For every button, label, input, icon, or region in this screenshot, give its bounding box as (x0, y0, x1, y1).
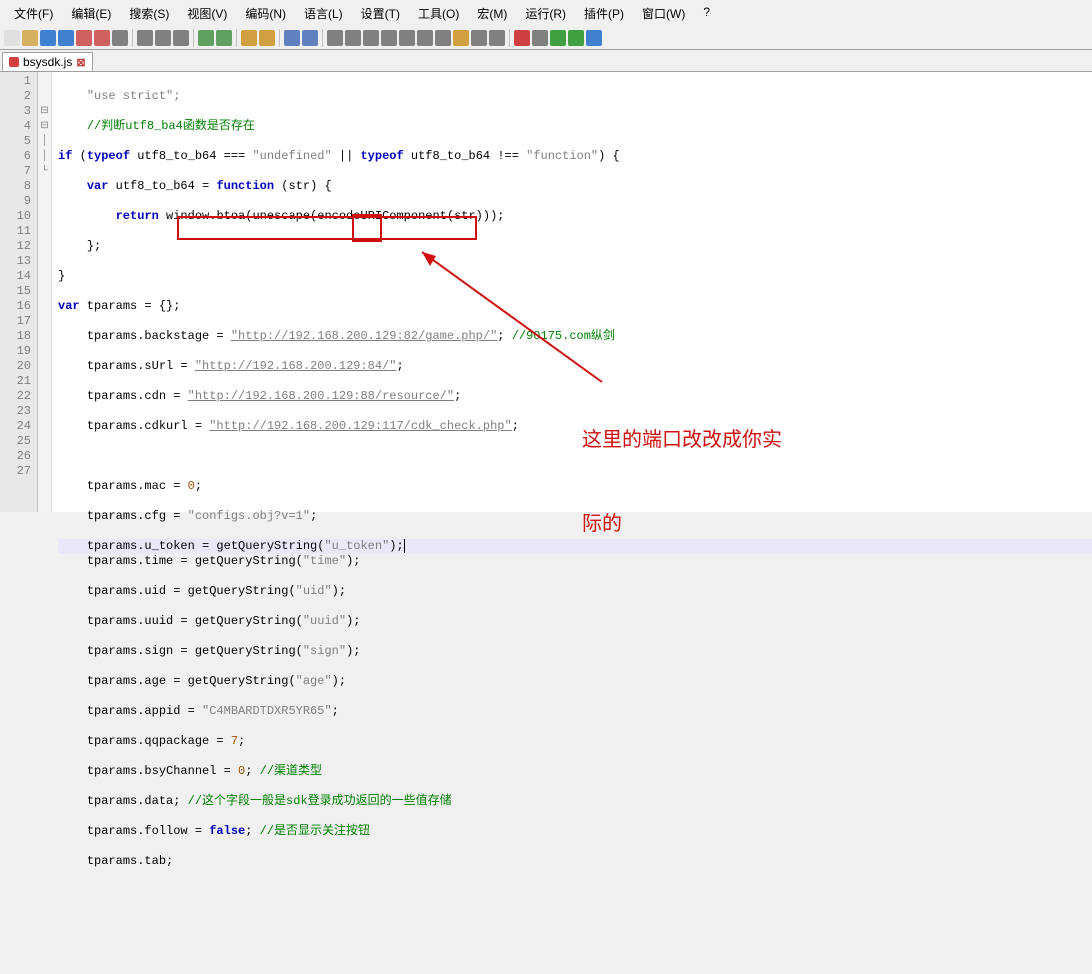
show-all-chars-icon[interactable] (345, 30, 361, 46)
close-all-icon[interactable] (94, 30, 110, 46)
undo-icon[interactable] (198, 30, 214, 46)
code-line: tparams.time = getQueryString("time"); (58, 554, 1092, 569)
menu-window[interactable]: 窗口(W) (634, 3, 693, 24)
code-line: tparams.uid = getQueryString("uid"); (58, 584, 1092, 599)
func-list-icon[interactable] (453, 30, 469, 46)
code-area[interactable]: "use strict"; //判断utf8_ba4函数是否存在 if (typ… (52, 72, 1092, 512)
toolbar (0, 27, 1092, 50)
close-icon[interactable] (76, 30, 92, 46)
menu-run[interactable]: 运行(R) (517, 3, 574, 24)
zoom-in-icon[interactable] (284, 30, 300, 46)
code-line: return window.btoa(unescape(encodeURICom… (58, 209, 1092, 224)
line-number-gutter: 1234567891011121314151617181920212223242… (0, 72, 38, 512)
editor-area: 1234567891011121314151617181920212223242… (0, 72, 1092, 512)
code-line: var tparams = {}; (58, 299, 1092, 314)
code-line: tparams.backstage = "http://192.168.200.… (58, 329, 1092, 344)
code-line: tparams.mac = 0; (58, 479, 1092, 494)
menu-view[interactable]: 视图(V) (179, 3, 235, 24)
macro-record-icon[interactable] (514, 30, 530, 46)
copy-icon[interactable] (155, 30, 171, 46)
code-line: tparams.follow = false; //是否显示关注按钮 (58, 824, 1092, 839)
toolbar-separator (236, 29, 237, 47)
menu-plugins[interactable]: 插件(P) (576, 3, 632, 24)
toolbar-separator (279, 29, 280, 47)
menu-lang[interactable]: 语言(L) (296, 3, 351, 24)
code-line: "use strict"; (58, 89, 1092, 104)
fold-column[interactable]: ⊟⊟││└ (38, 72, 52, 512)
code-line: tparams.sUrl = "http://192.168.200.129:8… (58, 359, 1092, 374)
cut-icon[interactable] (137, 30, 153, 46)
menu-search[interactable]: 搜索(S) (121, 3, 177, 24)
code-line: tparams.appid = "C4MBARDTDXR5YR65"; (58, 704, 1092, 719)
menu-file[interactable]: 文件(F) (6, 3, 61, 24)
macro-play-multi-icon[interactable] (568, 30, 584, 46)
code-line: tparams.cdkurl = "http://192.168.200.129… (58, 419, 1092, 434)
code-line: tparams.uuid = getQueryString("uuid"); (58, 614, 1092, 629)
save-all-icon[interactable] (58, 30, 74, 46)
code-line: tparams.u_token = getQueryString("u_toke… (58, 539, 1092, 554)
menu-help[interactable]: ? (695, 3, 718, 24)
code-line: var utf8_to_b64 = function (str) { (58, 179, 1092, 194)
text-cursor (404, 539, 405, 553)
code-line: tparams.cdn = "http://192.168.200.129:88… (58, 389, 1092, 404)
wrap-icon[interactable] (327, 30, 343, 46)
doc-icon[interactable] (435, 30, 451, 46)
fold-icon[interactable] (399, 30, 415, 46)
doc-map-icon[interactable] (471, 30, 487, 46)
toolbar-separator (193, 29, 194, 47)
code-line: } (58, 269, 1092, 284)
fold-all-icon[interactable] (381, 30, 397, 46)
unfold-icon[interactable] (417, 30, 433, 46)
redo-icon[interactable] (216, 30, 232, 46)
new-file-icon[interactable] (4, 30, 20, 46)
replace-icon[interactable] (259, 30, 275, 46)
code-line: tparams.sign = getQueryString("sign"); (58, 644, 1092, 659)
code-line (58, 449, 1092, 464)
menu-edit[interactable]: 编辑(E) (63, 3, 119, 24)
indent-guide-icon[interactable] (363, 30, 379, 46)
toolbar-separator (509, 29, 510, 47)
toolbar-separator (132, 29, 133, 47)
paste-icon[interactable] (173, 30, 189, 46)
toolbar-separator (322, 29, 323, 47)
code-line: tparams.qqpackage = 7; (58, 734, 1092, 749)
code-line: tparams.age = getQueryString("age"); (58, 674, 1092, 689)
code-line: tparams.tab; (58, 854, 1092, 869)
menu-macro[interactable]: 宏(M) (469, 3, 515, 24)
code-line: tparams.data; //这个字段一般是sdk登录成功返回的一些值存储 (58, 794, 1092, 809)
find-icon[interactable] (241, 30, 257, 46)
open-file-icon[interactable] (22, 30, 38, 46)
code-line: tparams.cfg = "configs.obj?v=1"; (58, 509, 1092, 524)
zoom-out-icon[interactable] (302, 30, 318, 46)
macro-save-icon[interactable] (586, 30, 602, 46)
file-tab[interactable]: bsysdk.js ⊠ (2, 52, 93, 71)
tab-close-icon[interactable]: ⊠ (76, 56, 85, 69)
modified-dot-icon (9, 57, 19, 67)
macro-stop-icon[interactable] (532, 30, 548, 46)
menu-tools[interactable]: 工具(O) (410, 3, 467, 24)
print-icon[interactable] (112, 30, 128, 46)
code-line: }; (58, 239, 1092, 254)
menu-settings[interactable]: 设置(T) (353, 3, 408, 24)
tab-bar: bsysdk.js ⊠ (0, 50, 1092, 72)
tab-filename: bsysdk.js (23, 55, 72, 69)
code-line: if (typeof utf8_to_b64 === "undefined" |… (58, 149, 1092, 164)
annotation-text: 这里的端口改改成你实 际的 (582, 370, 782, 594)
macro-play-icon[interactable] (550, 30, 566, 46)
menu-encoding[interactable]: 编码(N) (237, 3, 294, 24)
code-line: //判断utf8_ba4函数是否存在 (58, 119, 1092, 134)
menu-bar: 文件(F) 编辑(E) 搜索(S) 视图(V) 编码(N) 语言(L) 设置(T… (0, 0, 1092, 27)
save-icon[interactable] (40, 30, 56, 46)
code-line: tparams.bsyChannel = 0; //渠道类型 (58, 764, 1092, 779)
monitor-icon[interactable] (489, 30, 505, 46)
